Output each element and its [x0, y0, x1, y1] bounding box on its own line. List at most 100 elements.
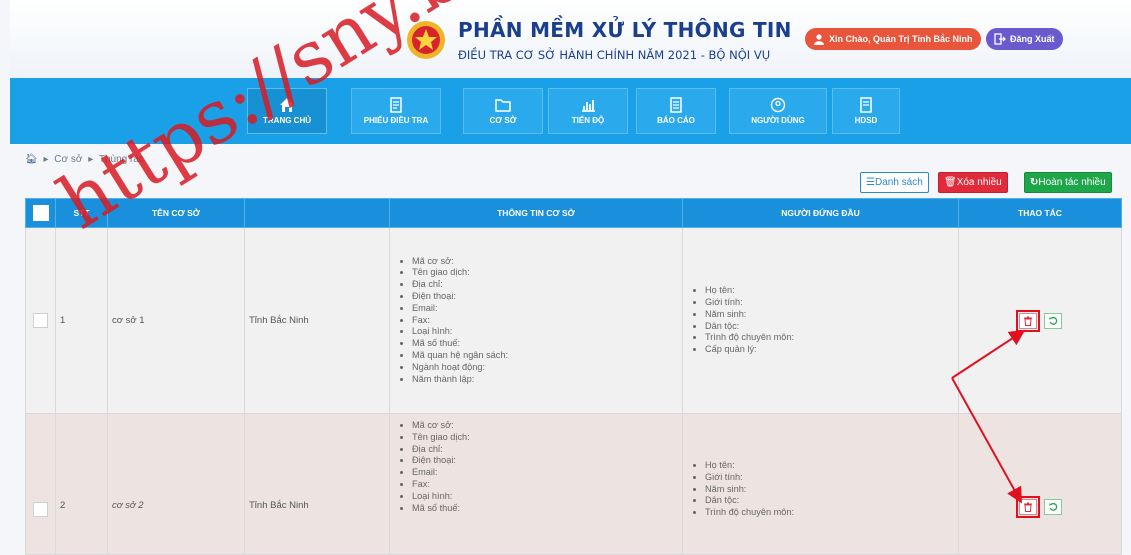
row-info: Mã cơ sở:Tên giao dịch:Địa chỉ:Điện thoạ… — [389, 413, 683, 555]
info-list: Mã cơ sở:Tên giao dịch:Địa chỉ:Điện thoạ… — [394, 420, 678, 514]
info-list: Mã cơ sở:Tên giao dịch:Địa chỉ:Điện thoạ… — [394, 256, 678, 386]
user-greeting-button[interactable]: Xin Chào, Quản Trị Tỉnh Bắc Ninh — [805, 28, 981, 50]
app-subtitle: ĐIỀU TRA CƠ SỞ HÀNH CHÍNH NĂM 2021 - BỘ … — [458, 48, 771, 62]
row-stt: 2 — [55, 413, 108, 555]
info-item: Năm thành lập: — [412, 374, 678, 386]
logout-label: Đăng Xuất — [1010, 34, 1055, 44]
info-item: Ngành hoạt động: — [412, 362, 678, 374]
nav-label: CƠ SỞ — [489, 116, 517, 125]
select-all-checkbox[interactable] — [32, 205, 49, 221]
head-item: Giới tính: — [705, 297, 954, 309]
home-icon — [280, 98, 294, 112]
row-name: cơ sở 2 — [107, 413, 245, 555]
nav-label: PHIẾU ĐIỀU TRA — [363, 116, 429, 125]
report-icon — [670, 97, 682, 113]
col-info: THÔNG TIN CƠ SỞ — [389, 198, 683, 228]
restore-row-button[interactable] — [1044, 499, 1063, 515]
info-item: Fax: — [412, 315, 678, 327]
head-item: Năm sinh: — [705, 309, 954, 321]
nav-item-users[interactable]: NGƯỜI DÙNG — [729, 88, 827, 134]
row-checkbox[interactable] — [33, 313, 48, 328]
main-nav: TRANG CHỦ PHIẾU ĐIỀU TRA CƠ SỞ TIẾN ĐỘ B… — [10, 78, 1131, 144]
info-item: Mã số thuế: — [412, 338, 678, 350]
row-province: Tỉnh Bắc Ninh — [244, 227, 390, 414]
nav-item-report[interactable]: BÁO CÁO — [636, 88, 716, 134]
info-item: Tên giao dịch: — [412, 432, 678, 444]
greeting-label: Xin Chào, Quản Trị Tỉnh Bắc Ninh — [829, 34, 973, 44]
undo-many-button[interactable]: ↻Hoàn tác nhiều — [1024, 172, 1112, 193]
table-row: 1 cơ sở 1 Tỉnh Bắc Ninh Mã cơ sở:Tên gia… — [25, 227, 1122, 414]
highlight-box — [1015, 309, 1040, 332]
delete-many-button[interactable]: 🗑︎Xóa nhiều — [938, 172, 1008, 193]
folder-icon — [495, 99, 511, 112]
info-item: Điện thoại: — [412, 291, 678, 303]
app-title: PHẦN MỀM XỬ LÝ THÔNG TIN — [458, 18, 792, 42]
undo-icon — [1049, 316, 1058, 325]
info-item: Địa chỉ: — [412, 444, 678, 456]
trash-icon — [1023, 502, 1032, 512]
trash-icon: 🗑︎ — [944, 177, 957, 188]
trash-table: STT TÊN CƠ SỞ THÔNG TIN CƠ SỞ NGƯỜI ĐỨNG… — [25, 198, 1122, 555]
row-head: Họ tên:Giới tính:Năm sinh:Dân tộc:Trình … — [682, 227, 959, 414]
head-list: Họ tên:Giới tính:Năm sinh:Dân tộc:Trình … — [687, 285, 954, 356]
logout-button[interactable]: Đăng Xuất — [986, 28, 1063, 50]
col-name: TÊN CƠ SỞ — [107, 198, 245, 228]
row-province: Tỉnh Bắc Ninh — [244, 413, 390, 555]
table-row: 2 cơ sở 2 Tỉnh Bắc Ninh Mã cơ sở:Tên gia… — [25, 413, 1122, 555]
delete-row-button[interactable] — [1018, 312, 1037, 329]
info-item: Email: — [412, 467, 678, 479]
undo-icon — [1049, 502, 1058, 511]
app-header: PHẦN MỀM XỬ LÝ THÔNG TIN ĐIỀU TRA CƠ SỞ … — [10, 0, 1131, 78]
row-province-text: Tỉnh Bắc Ninh — [249, 500, 309, 511]
trash-icon — [1023, 316, 1032, 326]
info-item: Mã cơ sở: — [412, 420, 678, 432]
nav-item-manual[interactable]: HDSD — [832, 88, 900, 134]
nav-item-home[interactable]: TRANG CHỦ — [247, 88, 327, 134]
head-item: Dân tộc: — [705, 495, 954, 507]
nav-label: BÁO CÁO — [657, 116, 695, 125]
info-item: Địa chỉ: — [412, 279, 678, 291]
list-button[interactable]: ☰Danh sách — [860, 172, 929, 193]
nav-item-survey[interactable]: PHIẾU ĐIỀU TRA — [351, 88, 441, 134]
info-item: Mã số thuế: — [412, 503, 678, 515]
nav-item-progress[interactable]: TIẾN ĐỘ — [548, 88, 628, 134]
row-actions — [958, 227, 1122, 414]
chevron-right-icon: ▸ — [43, 154, 49, 165]
row-stt: 1 — [55, 227, 108, 414]
col-head: NGƯỜI ĐỨNG ĐẦU — [682, 198, 959, 228]
row-checkbox-cell — [25, 413, 56, 555]
select-all-cell — [25, 198, 56, 228]
breadcrumb-facility[interactable]: Cơ sở — [54, 154, 82, 165]
info-item: Tên giao dịch: — [412, 267, 678, 279]
document-icon — [390, 97, 402, 113]
undo-many-label: Hoàn tác nhiều — [1038, 177, 1106, 188]
info-item: Mã cơ sở: — [412, 256, 678, 268]
chart-icon — [582, 100, 595, 112]
chevron-right-icon: ▸ — [88, 154, 94, 165]
row-actions — [958, 413, 1122, 555]
row-checkbox[interactable] — [33, 501, 48, 517]
home-icon[interactable]: 🏠︎ — [25, 154, 38, 165]
logout-icon — [994, 33, 1006, 45]
row-info: Mã cơ sở:Tên giao dịch:Địa chỉ:Điện thoạ… — [389, 227, 683, 414]
row-name-text: cơ sở 2 — [112, 500, 144, 511]
row-name: cơ sở 1 — [107, 227, 245, 414]
delete-many-label: Xóa nhiều — [956, 177, 1002, 188]
head-item: Dân tộc: — [705, 321, 954, 333]
breadcrumb: 🏠︎ ▸ Cơ sở ▸ Thùng rác — [25, 154, 147, 165]
breadcrumb-trash: Thùng rác — [98, 154, 144, 165]
table-header-row: STT TÊN CƠ SỞ THÔNG TIN CƠ SỞ NGƯỜI ĐỨNG… — [25, 198, 1122, 228]
head-item: Họ tên: — [705, 285, 954, 297]
head-item: Giới tính: — [705, 472, 954, 484]
list-label: Danh sách — [874, 177, 923, 188]
col-stt: STT — [55, 198, 108, 228]
nav-item-facility[interactable]: CƠ SỞ — [463, 88, 543, 134]
head-item: Cấp quản lý: — [705, 344, 954, 356]
restore-row-button[interactable] — [1044, 312, 1063, 329]
col-actions: THAO TÁC — [958, 198, 1122, 228]
nav-label: TRANG CHỦ — [263, 116, 311, 125]
manual-icon — [860, 97, 872, 113]
row-head: Họ tên:Giới tính:Năm sinh:Dân tộc:Trình … — [682, 413, 959, 555]
info-item: Mã quan hệ ngân sách: — [412, 350, 678, 362]
delete-row-button[interactable] — [1018, 499, 1037, 515]
